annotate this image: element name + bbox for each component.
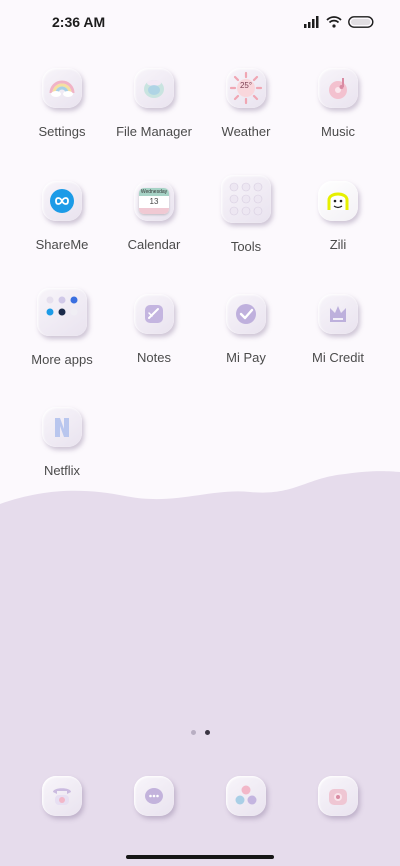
camera-icon xyxy=(318,776,358,816)
status-time: 2:36 AM xyxy=(52,14,106,30)
calendar-weekday: Wednesday xyxy=(139,188,169,196)
dock-phone[interactable] xyxy=(16,772,108,822)
app-label: Calendar xyxy=(127,237,181,252)
home-indicator[interactable] xyxy=(126,855,274,859)
app-label: Music xyxy=(321,124,355,139)
app-label: Netflix xyxy=(43,463,81,478)
netflix-icon xyxy=(42,407,82,447)
file-manager-icon xyxy=(134,68,174,108)
music-icon xyxy=(318,68,358,108)
messages-icon xyxy=(134,776,174,816)
app-shareme[interactable]: ShareMe xyxy=(16,175,108,288)
app-label: More apps xyxy=(31,352,93,367)
dock-browser[interactable] xyxy=(200,772,292,822)
dock-camera[interactable] xyxy=(292,772,384,822)
app-more-apps-folder[interactable]: More apps xyxy=(16,288,108,401)
mi-pay-icon xyxy=(226,294,266,334)
app-label: Mi Pay xyxy=(226,350,266,365)
app-label: File Manager xyxy=(116,124,192,139)
status-icons xyxy=(304,16,374,28)
app-label: Notes xyxy=(137,350,171,365)
shareme-icon xyxy=(42,181,82,221)
app-label: Mi Credit xyxy=(311,350,364,365)
phone-icon xyxy=(42,776,82,816)
more-apps-folder-icon xyxy=(37,288,87,336)
settings-icon xyxy=(42,68,82,108)
app-zili[interactable]: Zili xyxy=(292,175,384,288)
app-mi-credit[interactable]: Mi Credit xyxy=(292,288,384,401)
app-label: Weather xyxy=(221,124,271,139)
calendar-icon: Wednesday 13 xyxy=(134,181,174,221)
browser-icon xyxy=(226,776,266,816)
signal-icon xyxy=(304,16,319,28)
app-grid: Settings File Manager 25° Weather Music … xyxy=(16,62,384,514)
app-calendar[interactable]: Wednesday 13 Calendar xyxy=(108,175,200,288)
app-tools-folder[interactable]: Tools xyxy=(200,175,292,288)
app-notes[interactable]: Notes xyxy=(108,288,200,401)
weather-icon: 25° xyxy=(226,68,266,108)
app-label: ShareMe xyxy=(35,237,89,252)
app-weather[interactable]: 25° Weather xyxy=(200,62,292,175)
app-mi-pay[interactable]: Mi Pay xyxy=(200,288,292,401)
tools-folder-icon xyxy=(221,175,271,223)
page-indicator[interactable] xyxy=(0,730,400,735)
zili-icon xyxy=(318,181,358,221)
dock xyxy=(16,772,384,822)
app-netflix[interactable]: Netflix xyxy=(16,401,108,514)
status-bar: 2:36 AM xyxy=(0,0,400,44)
battery-icon xyxy=(348,16,374,28)
weather-temperature: 25° xyxy=(239,81,253,90)
notes-icon xyxy=(134,294,174,334)
calendar-date: 13 xyxy=(149,197,159,206)
page-dot-2-active[interactable] xyxy=(204,730,210,735)
app-file-manager[interactable]: File Manager xyxy=(108,62,200,175)
wifi-icon xyxy=(326,16,342,28)
page-dot-1[interactable] xyxy=(190,730,196,735)
app-music[interactable]: Music xyxy=(292,62,384,175)
app-label: Zili xyxy=(329,237,347,252)
mi-credit-icon xyxy=(318,294,358,334)
app-label: Tools xyxy=(230,239,262,254)
app-label: Settings xyxy=(38,124,86,139)
app-settings[interactable]: Settings xyxy=(16,62,108,175)
dock-messages[interactable] xyxy=(108,772,200,822)
